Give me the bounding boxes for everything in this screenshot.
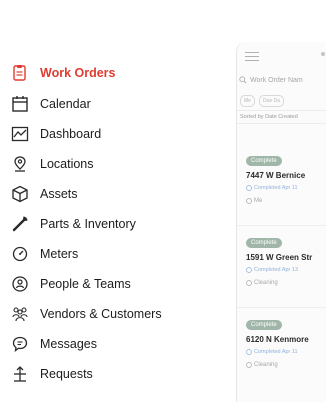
menu-item-people-teams[interactable]: People & Teams bbox=[10, 273, 230, 295]
status-badge: Complete bbox=[246, 238, 282, 248]
filter-chip-me[interactable]: Me bbox=[240, 95, 255, 107]
work-orders-preview: Work Order Nam Me Due Da Sorted by Date … bbox=[236, 42, 326, 402]
completed-text: Completed Apr 13 bbox=[254, 267, 299, 273]
parts-icon bbox=[10, 214, 30, 234]
filter-bar: Me Due Da bbox=[240, 95, 288, 107]
category: Cleaning bbox=[246, 362, 278, 368]
menu-item-requests[interactable]: Requests bbox=[10, 363, 230, 385]
menu-item-assets[interactable]: Assets bbox=[10, 183, 230, 205]
messages-icon bbox=[10, 334, 30, 354]
menu-item-work-orders[interactable]: Work Orders bbox=[10, 62, 230, 84]
work-order-title: 7447 W Bernice bbox=[246, 171, 306, 180]
dashboard-icon bbox=[10, 124, 30, 144]
completed-date: Completed Apr 11 bbox=[246, 185, 298, 191]
completed-date: Completed Apr 11 bbox=[246, 349, 298, 355]
category-text: Cleaning bbox=[254, 280, 278, 286]
menu-label: Vendors & Customers bbox=[40, 307, 162, 321]
assets-icon bbox=[10, 184, 30, 204]
search-field[interactable]: Work Order Nam bbox=[239, 72, 326, 88]
menu-label: People & Teams bbox=[40, 277, 131, 291]
vendors-icon bbox=[10, 304, 30, 324]
menu-label: Work Orders bbox=[40, 66, 116, 80]
calendar-icon bbox=[10, 94, 30, 114]
filter-chip-due-date[interactable]: Due Da bbox=[258, 95, 284, 107]
completed-text: Completed Apr 11 bbox=[254, 349, 298, 355]
work-order-card[interactable]: Complete 1591 W Green Str Completed Apr … bbox=[237, 238, 326, 300]
menu-item-meters[interactable]: Meters bbox=[10, 243, 230, 265]
menu-label: Requests bbox=[40, 367, 93, 381]
search-placeholder: Work Order Nam bbox=[250, 76, 303, 84]
people-icon bbox=[10, 274, 30, 294]
work-order-card[interactable]: Complete 6120 N Kenmore Completed Apr 11… bbox=[237, 320, 326, 382]
search-icon bbox=[239, 76, 247, 84]
menu-label: Meters bbox=[40, 247, 79, 261]
sort-bar[interactable]: Sorted by Date Created bbox=[237, 110, 326, 124]
work-order-card[interactable]: Complete 7447 W Bernice Completed Apr 11… bbox=[237, 156, 326, 218]
app-screen: Work Orders Calendar Dashboard Locations bbox=[0, 0, 326, 402]
status-dot-icon bbox=[321, 52, 325, 56]
hamburger-menu-icon[interactable] bbox=[245, 52, 259, 64]
assignee-text: Me bbox=[254, 198, 263, 204]
menu-label: Calendar bbox=[40, 97, 91, 111]
status-badge: Complete bbox=[246, 320, 282, 330]
check-circle-icon bbox=[246, 185, 252, 191]
category: Cleaning bbox=[246, 280, 278, 286]
check-circle-icon bbox=[246, 349, 252, 355]
category-text: Cleaning bbox=[254, 362, 278, 368]
assignee: Me bbox=[246, 198, 262, 204]
location-pin-icon bbox=[10, 154, 30, 174]
sort-label: Sorted by Date Created bbox=[240, 114, 298, 120]
menu-item-dashboard[interactable]: Dashboard bbox=[10, 123, 230, 145]
menu-label: Assets bbox=[40, 187, 78, 201]
menu-item-messages[interactable]: Messages bbox=[10, 333, 230, 355]
meter-icon bbox=[10, 244, 30, 264]
divider bbox=[237, 225, 326, 226]
work-orders-icon bbox=[10, 63, 30, 83]
check-circle-icon bbox=[246, 267, 252, 273]
completed-date: Completed Apr 13 bbox=[246, 267, 298, 273]
requests-icon bbox=[10, 364, 30, 384]
filter-label: Due Da bbox=[262, 98, 280, 104]
user-icon bbox=[246, 198, 252, 204]
work-order-title: 1591 W Green Str bbox=[246, 253, 313, 262]
menu-item-vendors-customers[interactable]: Vendors & Customers bbox=[10, 303, 230, 325]
work-order-title: 6120 N Kenmore bbox=[246, 335, 309, 344]
menu-label: Dashboard bbox=[40, 127, 102, 141]
filter-label: Me bbox=[244, 98, 251, 104]
tag-icon bbox=[246, 280, 252, 286]
completed-text: Completed Apr 11 bbox=[254, 185, 298, 191]
tag-icon bbox=[246, 362, 252, 368]
status-badge: Complete bbox=[246, 156, 282, 166]
menu-label: Locations bbox=[40, 157, 94, 171]
menu-item-locations[interactable]: Locations bbox=[10, 153, 230, 175]
divider bbox=[237, 307, 326, 308]
menu-label: Parts & Inventory bbox=[40, 217, 136, 231]
menu-item-calendar[interactable]: Calendar bbox=[10, 93, 230, 115]
menu-label: Messages bbox=[40, 337, 97, 351]
menu-item-parts-inventory[interactable]: Parts & Inventory bbox=[10, 213, 230, 235]
